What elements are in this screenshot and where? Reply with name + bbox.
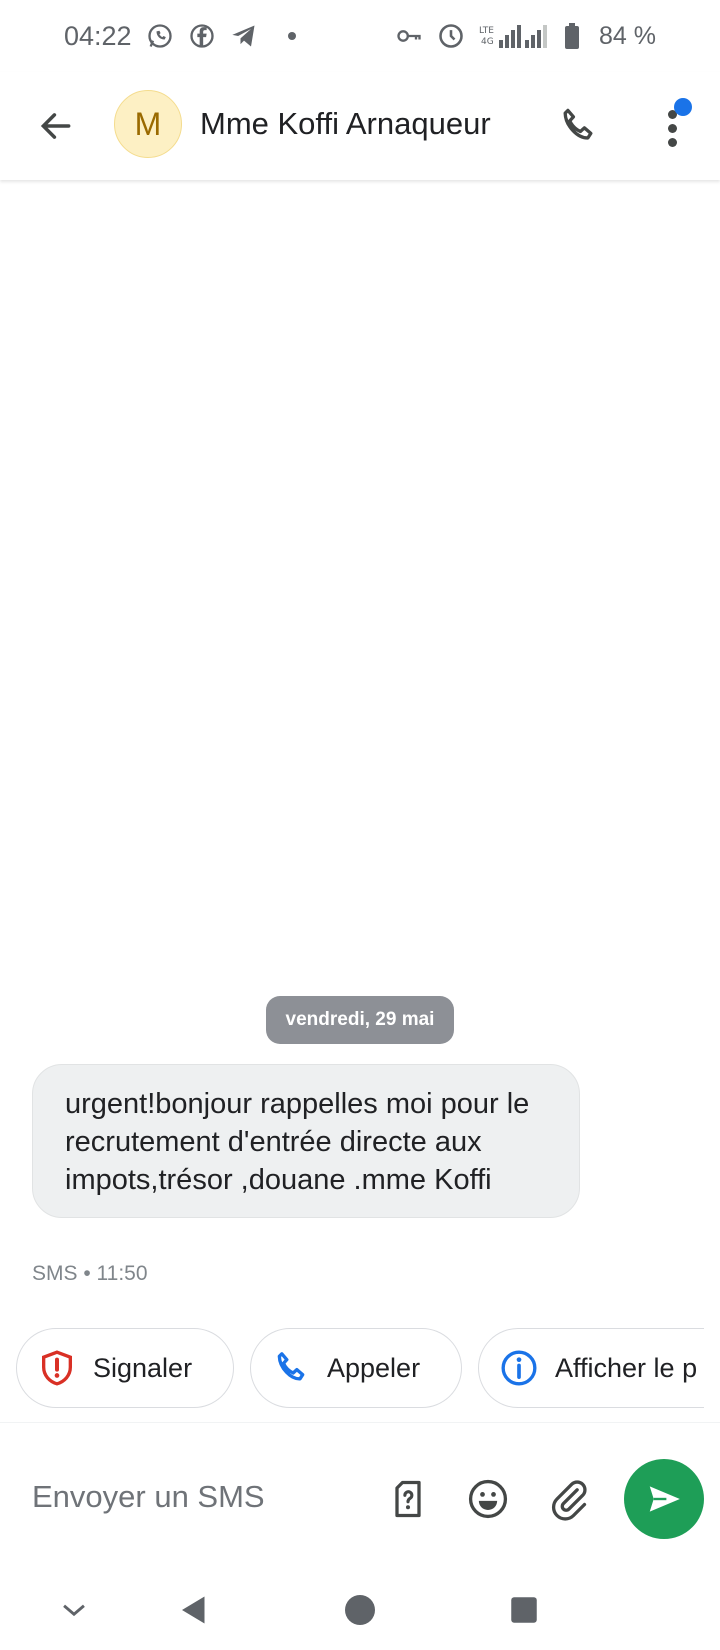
message-bubble[interactable]: urgent!bonjour rappelles moi pour le rec…: [32, 1064, 580, 1218]
sim-card-help-icon: [395, 1480, 421, 1518]
svg-text:LTE: LTE: [479, 26, 494, 36]
triangle-back-icon: [182, 1596, 205, 1624]
call-chip-label: Appeler: [327, 1352, 421, 1383]
status-bar: 04:22 LTE 4G 84 %: [0, 0, 720, 72]
send-icon: [649, 1486, 680, 1512]
more-notifications-dot: [287, 32, 296, 40]
conversation-header: M Mme Koffi Arnaqueur: [0, 72, 720, 180]
date-separator: vendredi, 29 mai: [266, 996, 454, 1044]
report-chip[interactable]: Signaler: [16, 1328, 234, 1408]
whatsapp-icon: [146, 22, 174, 50]
telegram-icon: [230, 22, 258, 50]
message-meta: SMS • 11:50: [32, 1262, 148, 1285]
more-options-button[interactable]: [652, 98, 700, 154]
sim-select-button[interactable]: [384, 1475, 432, 1523]
message-input[interactable]: [32, 1479, 352, 1515]
avatar[interactable]: M: [114, 90, 182, 158]
vpn-key-icon: [395, 22, 423, 50]
call-button[interactable]: [552, 100, 604, 152]
more-options-icon-dot: [668, 138, 677, 147]
phone-icon: [563, 108, 593, 140]
back-button[interactable]: [32, 102, 80, 150]
signal-icon: LTE 4G: [479, 22, 549, 50]
status-left: 04:22: [64, 21, 296, 52]
alarm-icon: [437, 22, 465, 50]
nav-recents-button[interactable]: [500, 1586, 548, 1634]
shield-alert-icon: [42, 1350, 72, 1386]
info-chip-label: Afficher le p: [555, 1352, 698, 1383]
send-button[interactable]: [624, 1459, 704, 1539]
info-chip[interactable]: Afficher le p: [478, 1328, 704, 1408]
phone-icon: [277, 1352, 305, 1381]
attach-button[interactable]: [544, 1475, 592, 1523]
notification-badge: [674, 98, 692, 116]
square-recents-icon: [511, 1597, 537, 1623]
paperclip-icon: [551, 1480, 587, 1521]
report-chip-label: Signaler: [93, 1352, 193, 1383]
nav-home-button[interactable]: [336, 1586, 384, 1634]
messages-screen: 04:22 LTE 4G 84 % M Mme Koffi Arnaqueur …: [0, 0, 720, 1650]
system-nav-bar: [0, 1572, 720, 1650]
compose-bar: [0, 1422, 720, 1572]
emoji-icon: [468, 1479, 508, 1519]
svg-text:4G: 4G: [481, 37, 494, 47]
more-options-icon-dot: [668, 124, 677, 133]
battery-icon: [563, 22, 581, 50]
status-right: LTE 4G 84 %: [395, 22, 656, 51]
back-arrow-icon: [40, 113, 71, 139]
contact-name[interactable]: Mme Koffi Arnaqueur: [200, 106, 491, 142]
status-time: 04:22: [64, 20, 132, 51]
chevron-down-icon: [63, 1604, 85, 1617]
info-icon: [501, 1350, 537, 1386]
nav-back-button[interactable]: [170, 1586, 218, 1634]
home-circle-icon: [345, 1595, 375, 1625]
facebook-icon: [188, 22, 216, 50]
call-chip[interactable]: Appeler: [250, 1328, 462, 1408]
battery-percent: 84 %: [599, 21, 656, 50]
emoji-button[interactable]: [464, 1475, 512, 1523]
hide-keyboard-button[interactable]: [50, 1586, 98, 1634]
suggestion-chips: Signaler Appeler Afficher le p: [0, 1328, 704, 1410]
